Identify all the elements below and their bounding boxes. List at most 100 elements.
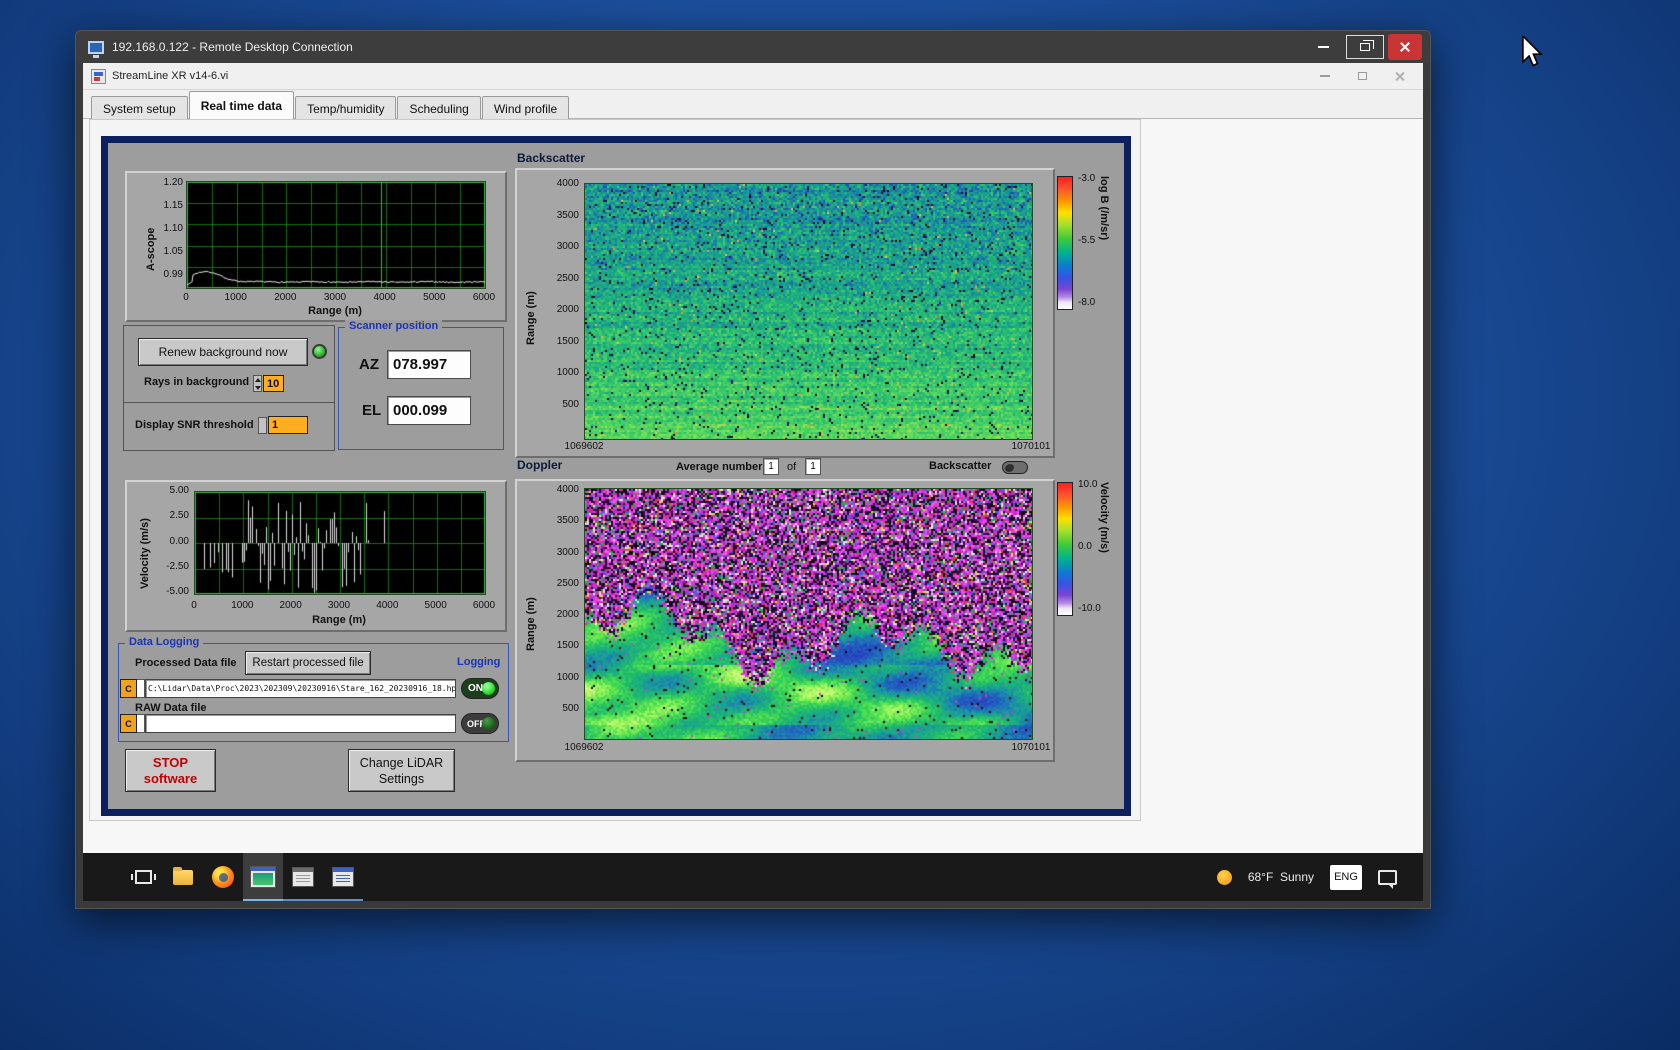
of-total-input[interactable]: 1 [805,458,821,475]
remote-session: StreamLine XR v14-6.vi System setup Real … [83,63,1423,901]
velocity-xtick: 1000 [231,600,254,611]
processed-drive-box[interactable]: C [120,679,137,698]
velocity-ytick: 0.00 [169,535,189,547]
doppler-title: Doppler [517,458,563,472]
doppler-ytick: 2500 [556,577,579,589]
doppler-ytick: 500 [562,702,579,714]
raw-logging-switch[interactable]: OFF [461,713,499,734]
change-lidar-settings-button[interactable]: Change LiDAR Settings [348,749,455,792]
firefox-button[interactable] [203,853,243,901]
tab-temp-humidity[interactable]: Temp/humidity [295,96,397,120]
rdp-minimize-button[interactable] [1304,35,1342,59]
velocity-xtick: 2000 [279,600,302,611]
velocity-graph: Velocity (m/s) 5.00 2.50 0.00 -2.50 -5.00 0 1… [125,480,507,632]
ascope-xtick: 1000 [224,292,247,303]
tab-page-real-time-data: A-scope 1.20 1.15 1.10 1.05 0.99 0 1000 2000 30… [89,119,1141,821]
processed-logging-switch[interactable]: ON [461,678,499,699]
renew-background-led [312,344,327,359]
average-number-input[interactable]: 1 [763,458,779,475]
doppler-ytick: 1500 [556,640,579,652]
firefox-icon [212,866,234,888]
snr-spinner[interactable] [258,417,267,434]
doppler-ytick: 2000 [556,609,579,621]
ascope-xticks: 0 1000 2000 3000 4000 5000 6000 [169,292,501,303]
app-window-controls [1320,71,1405,81]
pinned-app-2-button[interactable] [323,853,363,901]
ascope-xtick: 3000 [323,292,347,303]
off-knob-icon [482,717,495,730]
rdp-restore-button[interactable] [1346,35,1384,59]
app-maximize-button[interactable] [1358,72,1367,80]
backscatter-ytick: 2500 [556,272,579,284]
renew-background-label: Renew background now [158,345,288,359]
velocity-xtick: 5000 [424,600,447,611]
el-value[interactable]: 000.099 [387,396,471,425]
language-indicator[interactable]: ENG [1330,864,1362,890]
app-titlebar[interactable]: StreamLine XR v14-6.vi [83,63,1423,90]
rdp-window-controls [1300,31,1430,63]
streamline-app-icon [250,866,276,888]
stop-software-button[interactable]: STOP software [125,749,216,792]
tab-real-time-data[interactable]: Real time data [188,91,295,119]
weather-desc: Sunny [1279,870,1314,884]
velocity-plot [194,491,486,595]
pinned-app-1-button[interactable] [283,853,323,901]
backscatter-x-start: 1069602 [564,441,604,452]
of-label: of [787,461,797,473]
rays-value[interactable]: 10 [263,375,284,392]
velocity-xtick: 6000 [472,600,496,611]
tab-scheduling[interactable]: Scheduling [397,96,481,120]
processed-path-browse-icon[interactable] [137,679,145,698]
tab-wind-profile[interactable]: Wind profile [481,96,570,120]
data-logging-title: Data Logging [125,636,204,648]
app-close-button[interactable] [1395,71,1405,81]
velocity-ytick: -5.00 [166,586,189,597]
backscatter-doppler-switch[interactable] [1002,461,1028,474]
app-minimize-button[interactable] [1320,75,1330,77]
scanner-position-group: Scanner position AZ 078.997 EL 000.099 [338,320,504,450]
raw-path-browse-icon[interactable] [137,714,145,733]
processed-data-file-label: Processed Data file [135,657,237,669]
rdp-window: 192.168.0.122 - Remote Desktop Connectio… [75,30,1431,909]
file-explorer-button[interactable] [163,853,203,901]
data-logging-group: Data Logging Processed Data file Restart… [118,636,509,742]
doppler-ytick: 3000 [556,546,579,558]
labview-app-icon [91,68,106,84]
streamline-app-button[interactable] [243,853,283,901]
backscatter-colorbar-ticks: -3.0 -5.5 -8.0 [1078,174,1095,308]
backscatter-ylabel: Range (m) [525,291,537,345]
rdp-titlebar[interactable]: 192.168.0.122 - Remote Desktop Connectio… [76,31,1430,63]
tab-bar: System setup Real time data Temp/humidity S… [83,90,1423,120]
raw-data-file-label: RAW Data file [135,702,207,714]
backscatter-graph: Range (m) 4000 3500 3000 2500 2000 1500 1000 50… [515,168,1055,458]
scanner-position-title: Scanner position [345,320,443,332]
restart-processed-file-button[interactable]: Restart processed file [245,651,371,675]
processed-path-input[interactable]: C:\Lidar\Data\Proc\2023\202309\20230916\… [145,679,456,698]
az-value[interactable]: 078.997 [387,350,471,379]
task-view-button[interactable] [123,853,163,901]
tab-system-setup[interactable]: System setup [91,96,188,120]
ascope-xlabel: Range (m) [308,305,362,317]
weather-text[interactable]: 68°F Sunny [1248,870,1314,884]
notification-icon[interactable] [1378,869,1397,889]
renew-background-group: Renew background now Rays in background … [123,325,335,403]
doppler-ytick: 1000 [556,671,579,683]
velocity-xtick: 4000 [376,600,399,611]
rays-spinner[interactable] [253,375,262,392]
velocity-ytick: 5.00 [169,485,189,496]
backscatter-ytick: 2000 [556,304,579,316]
renew-background-button[interactable]: Renew background now [138,338,308,366]
ascope-ytick: 1.15 [163,200,183,211]
snr-value[interactable]: 1 [268,416,308,434]
stop-label-line1: STOP [152,754,189,770]
weather-icon[interactable] [1216,869,1232,885]
backscatter-ytick: 3000 [556,241,579,253]
ascope-graph: A-scope 1.20 1.15 1.10 1.05 0.99 0 1000 2000 30… [125,171,507,322]
raw-path-input[interactable] [145,714,456,733]
raw-drive-box[interactable]: C [120,714,137,733]
backscatter-switch-label: Backscatter [929,460,992,472]
app-title: StreamLine XR v14-6.vi [112,70,229,82]
rdp-title: 192.168.0.122 - Remote Desktop Connectio… [112,40,353,54]
doppler-ylabel: Range (m) [525,597,537,651]
rdp-close-button[interactable] [1388,34,1422,60]
